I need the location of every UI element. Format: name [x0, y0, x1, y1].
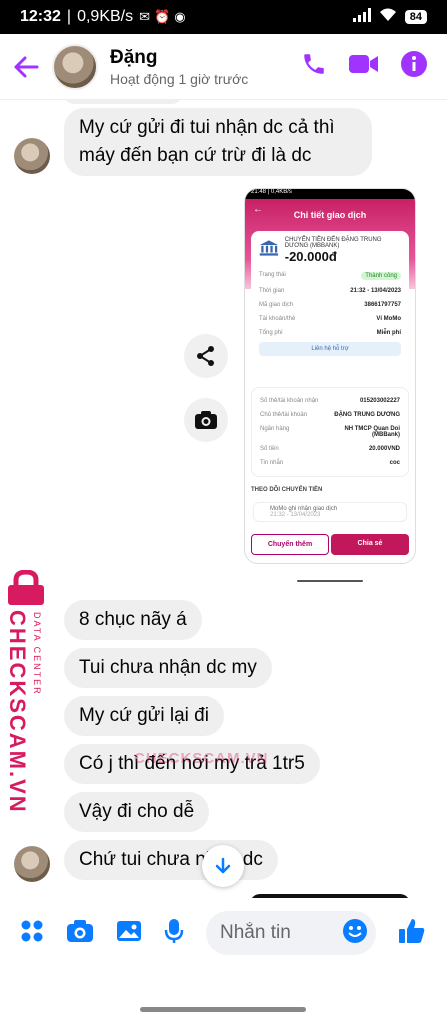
transaction-screenshot-image[interactable]: 21:48 | 0,4KB/s ← Chi tiết giao dịch CHU…: [244, 188, 416, 564]
emoji-icon: [343, 918, 367, 943]
checkscam-center-watermark: CHECKSCAM.VN: [134, 750, 269, 767]
chat-header: Đặng Hoạt động 1 giờ trước: [0, 34, 447, 100]
video-camera-icon: [349, 55, 378, 73]
contact-activity-status: Hoạt động 1 giờ trước: [110, 70, 249, 87]
microphone-icon: [164, 918, 184, 943]
gallery-button[interactable]: [116, 919, 142, 948]
voice-message-button[interactable]: [164, 918, 184, 949]
message-bubble[interactable]: Chứ tui chưa nhận dc: [64, 840, 278, 880]
phone-icon: [304, 54, 324, 74]
info-icon: [401, 51, 427, 77]
message-list[interactable]: My cứ gửi đi tui nhận dc cả thì máy đến …: [0, 100, 447, 898]
video-call-button[interactable]: [349, 53, 379, 80]
contact-name: Đặng: [110, 46, 158, 68]
home-indicator[interactable]: [140, 1007, 306, 1012]
back-button[interactable]: [0, 56, 52, 78]
info-button[interactable]: [401, 51, 427, 82]
message-bubble[interactable]: 8 chục nãy á: [64, 600, 202, 640]
status-network-speed: 0,9KB/s: [77, 8, 134, 25]
share-icon: [197, 346, 214, 366]
bank-icon: [259, 240, 278, 256]
battery-indicator: 84: [404, 10, 427, 24]
message-bubble[interactable]: Tui chưa nhận dc my: [64, 648, 272, 688]
message-bubble[interactable]: My cứ gửi đi tui nhận dc cả thì máy đến …: [64, 108, 372, 176]
lock-icon: [8, 570, 44, 605]
camera-button[interactable]: [66, 919, 94, 948]
message-input-wrapper: [206, 911, 376, 955]
arrow-down-icon: [215, 857, 231, 874]
contact-info[interactable]: Đặng Hoạt động 1 giờ trước: [110, 47, 260, 87]
wifi-icon: [379, 8, 397, 27]
notification-icon: ✉: [139, 9, 151, 24]
camera-icon: [67, 919, 93, 942]
contact-avatar[interactable]: [52, 43, 98, 90]
alarm-icon: ⏰: [154, 9, 171, 24]
like-button[interactable]: [398, 917, 426, 950]
messenger-icon: ◉: [174, 9, 186, 24]
thumbs-up-icon: [399, 918, 425, 943]
scroll-to-bottom-button[interactable]: [202, 845, 244, 887]
message-bubble[interactable]: My cứ gửi lại đi: [64, 696, 224, 736]
status-bar: 12:32 | 0,9KB/s ✉ ⏰ ◉ 84: [0, 0, 447, 34]
screenshot-back-icon: ←: [253, 204, 263, 215]
camera-icon: [195, 411, 217, 429]
message-bubble[interactable]: Vậy đi cho dễ: [64, 792, 210, 832]
signal-icon: [352, 7, 371, 27]
message-input[interactable]: [220, 922, 330, 944]
system-navigation-area: [0, 968, 447, 1024]
arrow-left-icon: [14, 56, 39, 77]
voice-call-button[interactable]: [301, 51, 327, 82]
image-icon: [117, 920, 141, 941]
emoji-button[interactable]: [342, 918, 368, 949]
sender-avatar: [14, 138, 50, 174]
save-photo-button[interactable]: [184, 398, 228, 442]
divider: [297, 580, 363, 582]
sender-avatar: [14, 846, 50, 882]
checkscam-watermark: CHECKSCAM.VN DATA CENTER: [4, 570, 54, 814]
more-actions-button[interactable]: [20, 919, 44, 948]
status-time: 12:32: [20, 8, 61, 25]
share-button[interactable]: [184, 334, 228, 378]
grid-dots-icon: [21, 920, 43, 941]
composer-bar: [0, 898, 447, 968]
previous-message-bubble: [64, 100, 182, 104]
